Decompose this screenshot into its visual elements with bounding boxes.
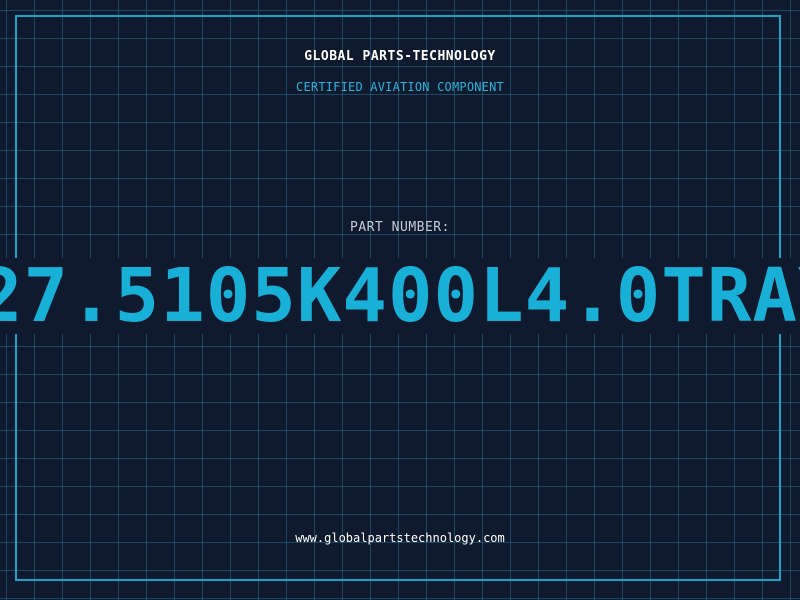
company-name: GLOBAL PARTS-TECHNOLOGY [304,49,496,64]
certificate-card: GLOBAL PARTS-TECHNOLOGY CERTIFIED AVIATI… [0,0,800,600]
part-number-value: 27.5105K400L4.0TRAY [0,258,800,334]
part-number-label: PART NUMBER: [350,220,450,235]
part-number-band: 27.5105K400L4.0TRAY [0,258,800,334]
certification-subtitle: CERTIFIED AVIATION COMPONENT [296,80,504,94]
website-url: www.globalpartstechnology.com [295,531,505,545]
